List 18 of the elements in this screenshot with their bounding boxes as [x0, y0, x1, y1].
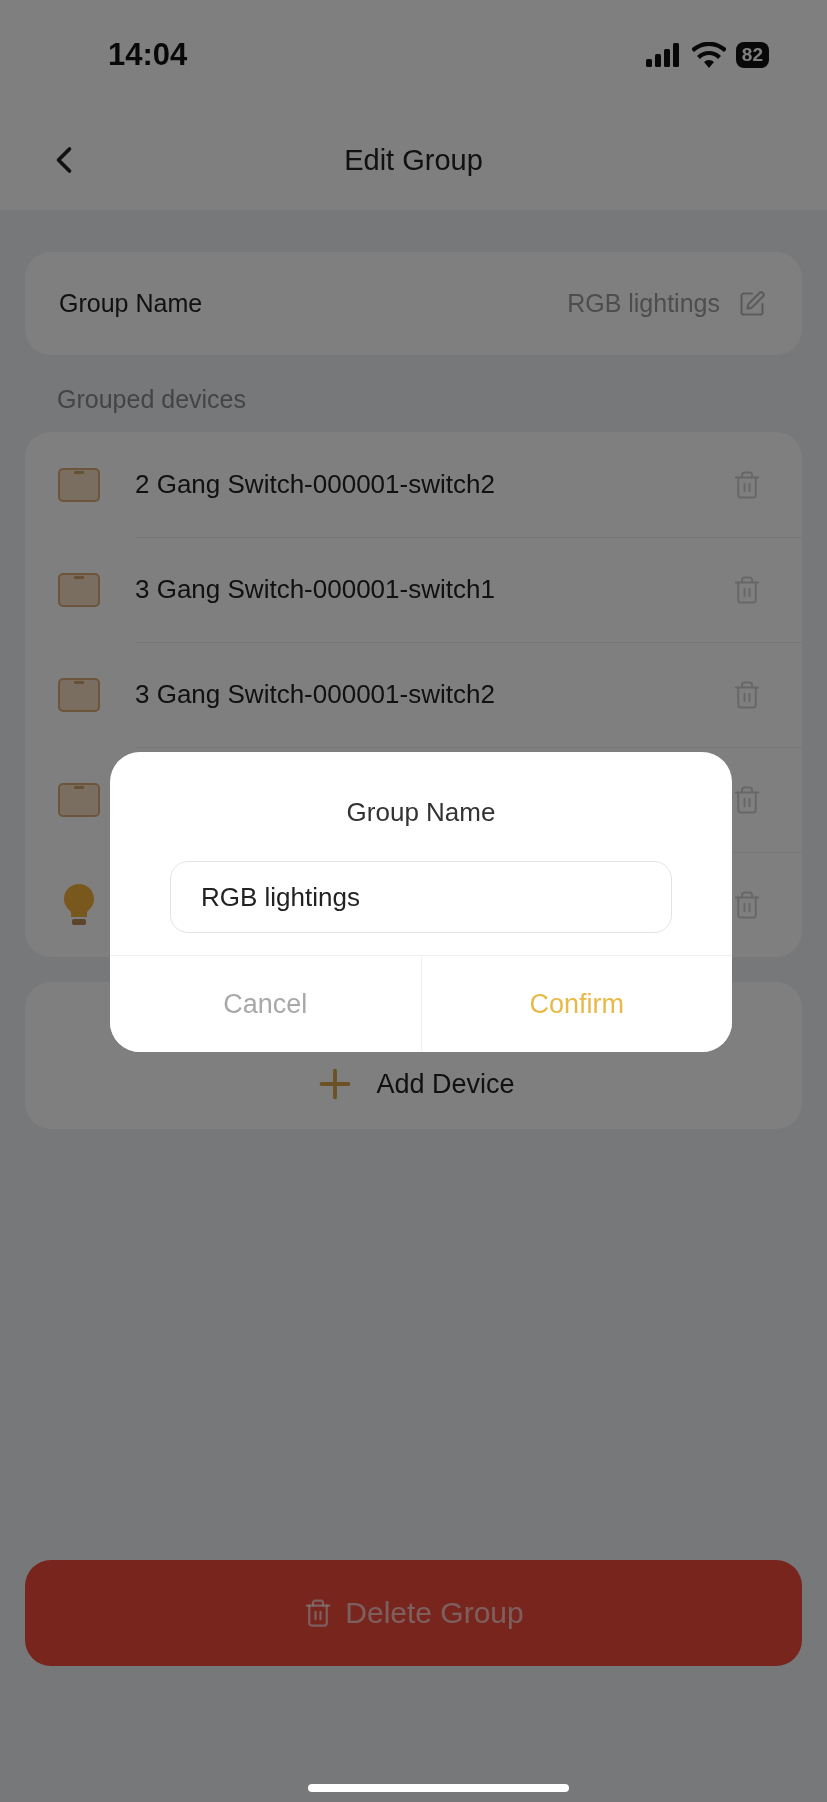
status-time: 14:04 — [108, 37, 188, 73]
delete-icon[interactable] — [732, 469, 762, 500]
delete-icon[interactable] — [732, 784, 762, 815]
wifi-icon — [691, 42, 726, 68]
add-device-button[interactable]: Add Device — [312, 1061, 515, 1107]
group-name-label: Group Name — [59, 289, 203, 318]
signal-icon — [645, 43, 682, 67]
device-name: 2 Gang Switch-000001-switch2 — [135, 469, 496, 500]
battery-level: 82 — [735, 42, 769, 68]
input-field[interactable]: RGB lightings — [170, 861, 672, 933]
page-title: Edit Group — [344, 143, 483, 177]
edit-icon[interactable] — [738, 289, 766, 318]
dialog-title: Group Name — [345, 797, 497, 828]
delete-icon[interactable] — [732, 679, 762, 710]
device-name: 3 Gang Switch-000001-switch1 — [135, 574, 496, 605]
device-name: 3 Gang Switch-000001-switch2 — [135, 679, 496, 710]
delete-icon[interactable] — [732, 889, 762, 920]
delete-icon[interactable] — [732, 574, 762, 605]
